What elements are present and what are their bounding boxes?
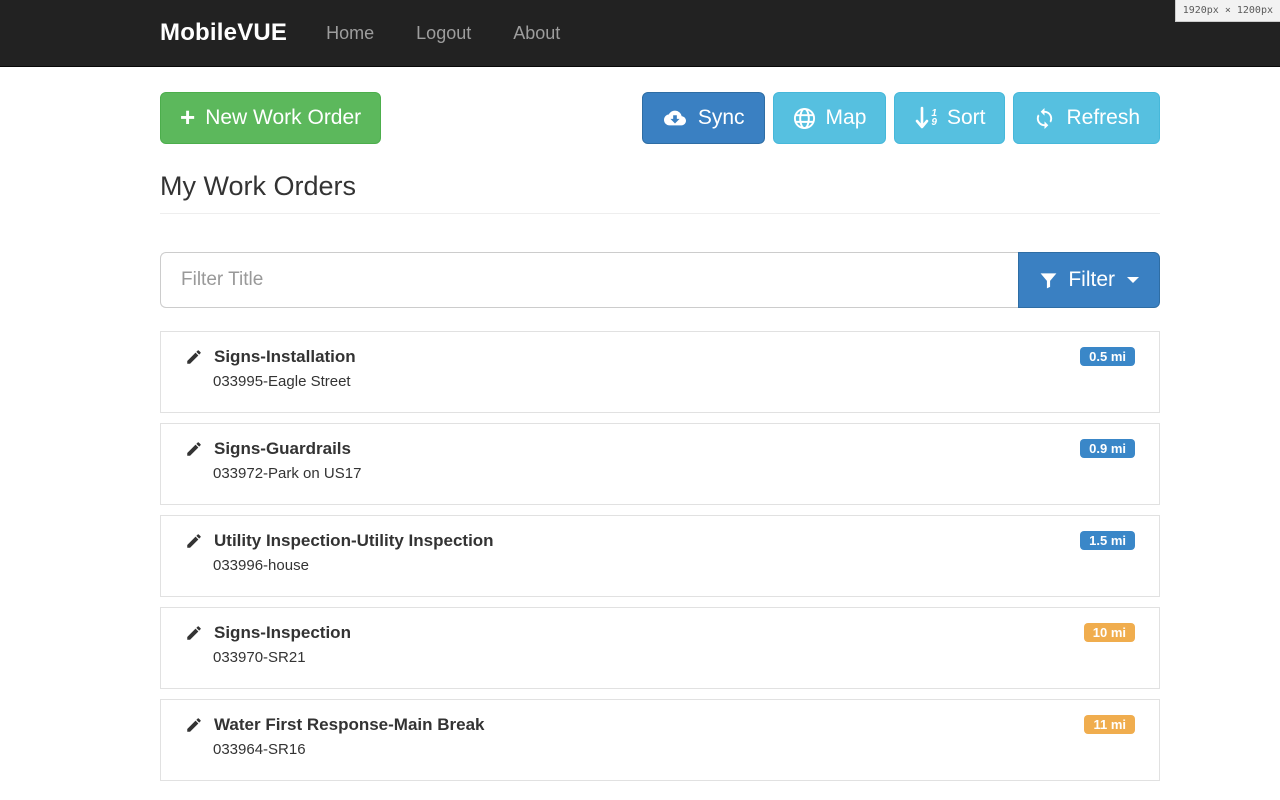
- pencil-edit-icon: [185, 716, 203, 734]
- filter-row: Filter: [160, 252, 1160, 308]
- work-order-title: Signs-Inspection: [214, 623, 351, 642]
- work-order-title: Water First Response-Main Break: [214, 715, 485, 734]
- nav-links: Home Logout About: [305, 23, 581, 44]
- work-order-subtitle: 033995-Eagle Street: [213, 373, 351, 390]
- toolbar-right-group: Sync Map 1 9 Sort Refresh: [641, 92, 1160, 144]
- work-order-subtitle: 033970-SR21: [213, 649, 306, 666]
- page-title: My Work Orders: [160, 171, 357, 201]
- distance-badge: 10 mi: [1083, 623, 1135, 642]
- page-header: My Work Orders: [160, 171, 1160, 214]
- nav-item-about[interactable]: About: [492, 23, 581, 44]
- map-label: Map: [825, 106, 867, 129]
- distance-badge: 0.5 mi: [1080, 347, 1135, 366]
- caret-down-icon: [1127, 277, 1139, 283]
- pencil-edit-icon: [185, 440, 203, 458]
- navbar: MobileVUE Home Logout About: [0, 0, 1280, 67]
- toolbar: + New Work Order Sync Map 1 9 Sort Refre…: [160, 92, 1160, 144]
- sync-button[interactable]: Sync: [641, 92, 765, 144]
- work-order-subtitle: 033996-house: [213, 557, 309, 574]
- sort-numeric-icon: 1 9: [914, 106, 937, 130]
- work-order-card[interactable]: Signs-Inspection 033970-SR21 10 mi: [160, 607, 1160, 689]
- map-button[interactable]: Map: [772, 92, 887, 144]
- work-order-subtitle: 033964-SR16: [213, 741, 306, 758]
- brand-logo[interactable]: MobileVUE: [160, 19, 287, 47]
- work-order-card[interactable]: Utility Inspection-Utility Inspection 03…: [160, 515, 1160, 597]
- work-order-list: Signs-Installation 033995-Eagle Street 0…: [160, 331, 1160, 781]
- pencil-edit-icon: [185, 348, 203, 366]
- work-order-card[interactable]: Signs-Guardrails 033972-Park on US17 0.9…: [160, 423, 1160, 505]
- refresh-label: Refresh: [1066, 106, 1140, 129]
- cloud-download-icon: [662, 107, 688, 129]
- distance-badge: 0.9 mi: [1080, 439, 1135, 458]
- sync-label: Sync: [697, 106, 745, 129]
- work-order-card[interactable]: Water First Response-Main Break 033964-S…: [160, 699, 1160, 781]
- refresh-icon: [1033, 107, 1056, 130]
- distance-badge: 11 mi: [1084, 715, 1135, 734]
- globe-icon: [793, 107, 816, 130]
- nav-item-home[interactable]: Home: [305, 23, 395, 44]
- filter-funnel-icon: [1039, 271, 1058, 290]
- work-order-title: Utility Inspection-Utility Inspection: [214, 531, 494, 550]
- nav-item-logout[interactable]: Logout: [395, 23, 492, 44]
- filter-label: Filter: [1068, 268, 1115, 291]
- work-order-title: Signs-Installation: [214, 347, 356, 366]
- work-order-subtitle: 033972-Park on US17: [213, 465, 362, 482]
- new-work-order-label: New Work Order: [205, 106, 362, 129]
- sort-button[interactable]: 1 9 Sort: [894, 92, 1006, 144]
- distance-badge: 1.5 mi: [1080, 531, 1135, 550]
- plus-icon: +: [180, 102, 196, 132]
- work-order-title: Signs-Guardrails: [214, 439, 351, 458]
- refresh-button[interactable]: Refresh: [1013, 92, 1160, 144]
- viewport-size-indicator: 1920px × 1200px: [1174, 0, 1280, 22]
- sort-label: Sort: [946, 106, 986, 129]
- pencil-edit-icon: [185, 532, 203, 550]
- filter-title-input[interactable]: [160, 252, 1019, 308]
- work-order-card[interactable]: Signs-Installation 033995-Eagle Street 0…: [160, 331, 1160, 413]
- pencil-edit-icon: [185, 624, 203, 642]
- new-work-order-button[interactable]: + New Work Order: [160, 92, 382, 144]
- filter-dropdown-button[interactable]: Filter: [1018, 252, 1160, 308]
